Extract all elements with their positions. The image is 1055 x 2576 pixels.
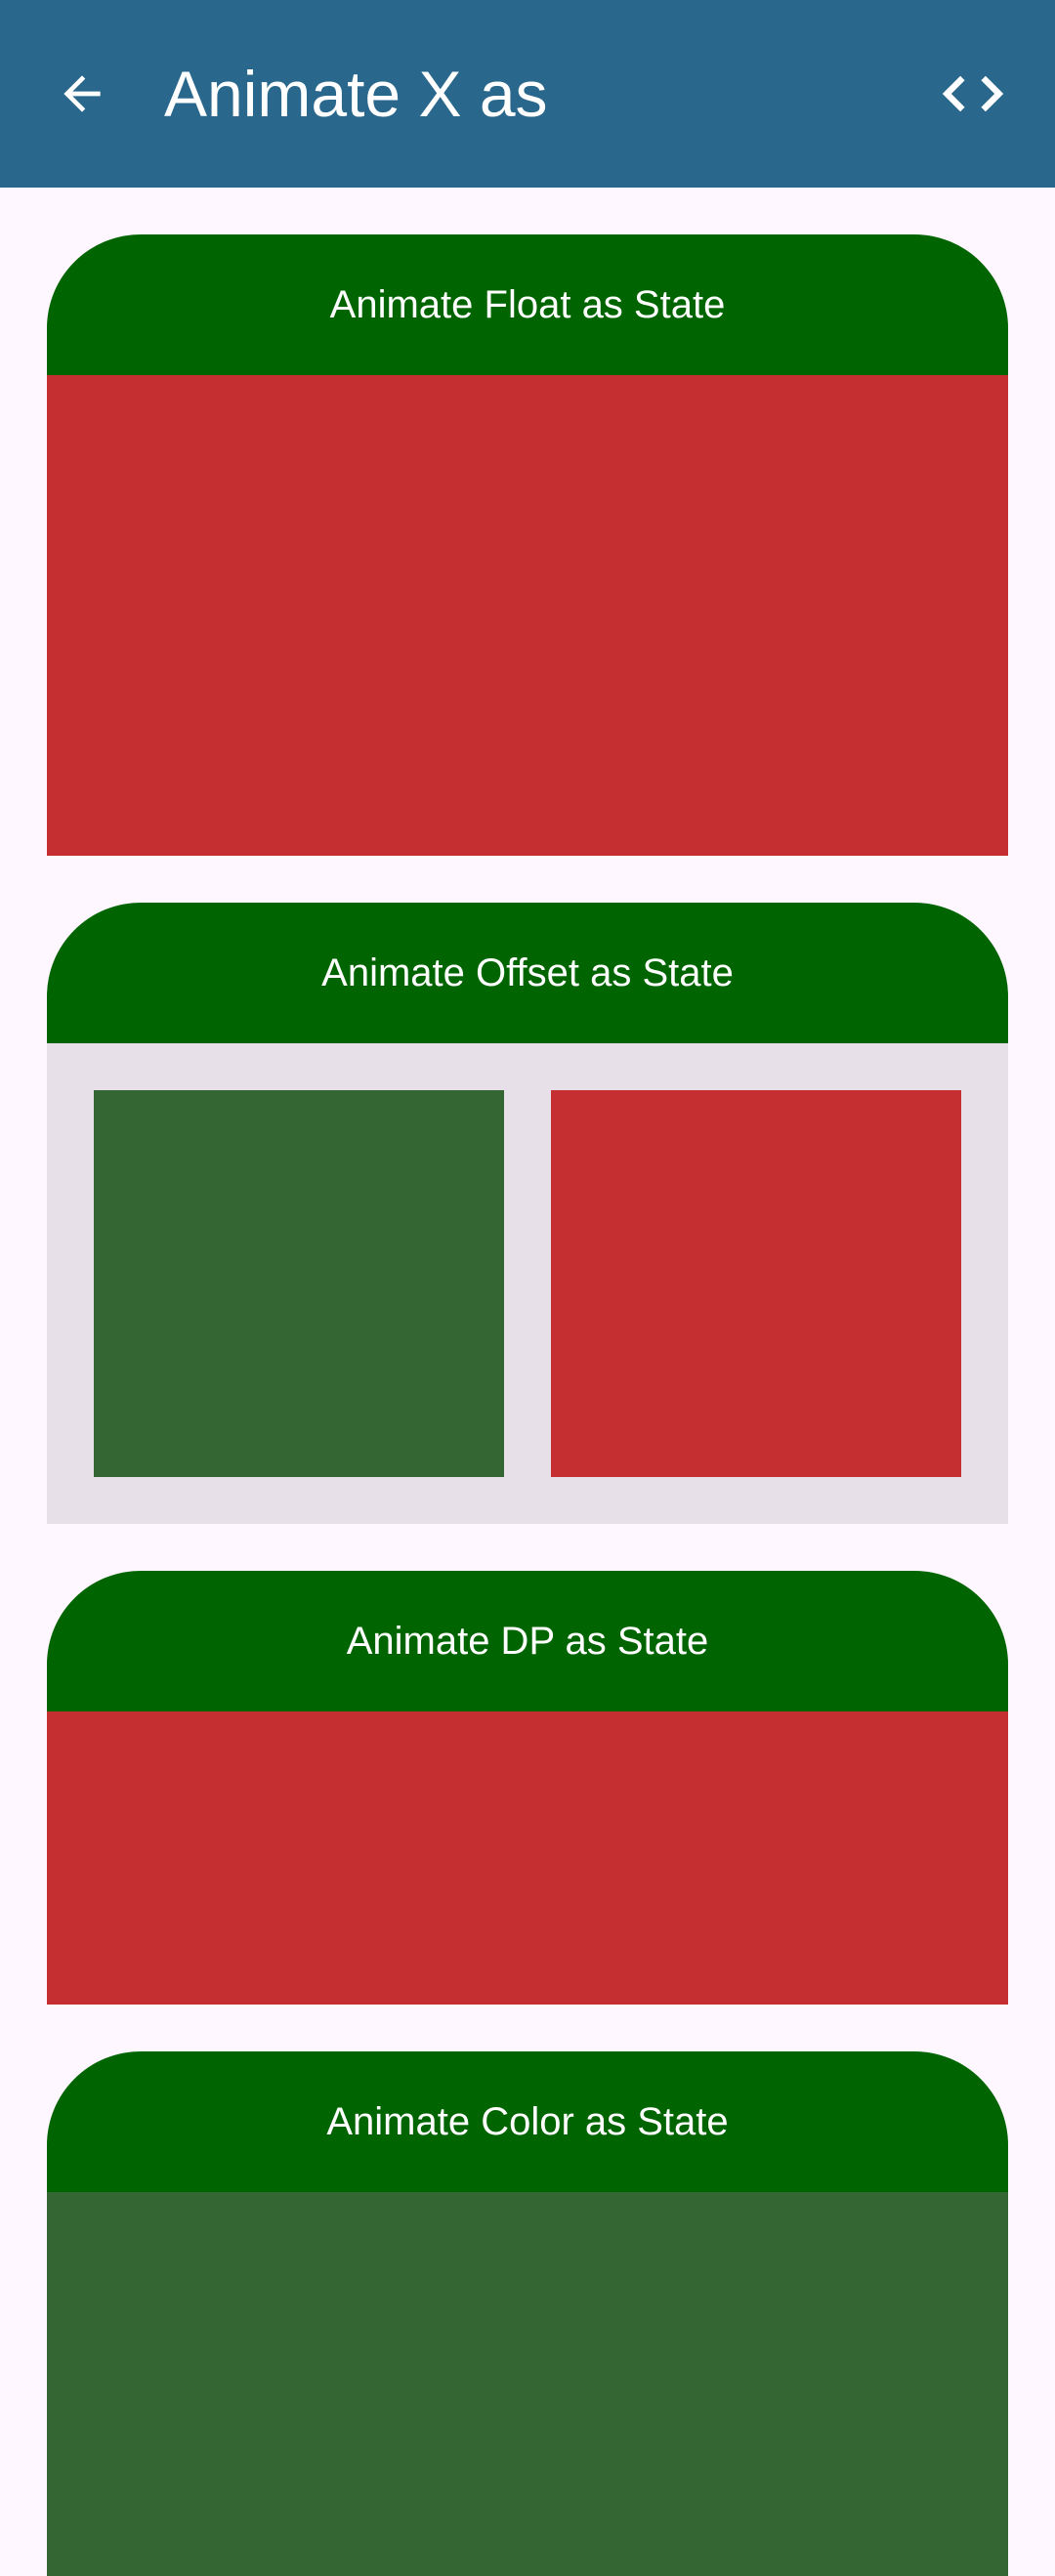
card-header[interactable]: Animate Offset as State [47, 903, 1008, 1043]
green-offset-box [94, 1090, 504, 1477]
top-app-bar: Animate X as [0, 0, 1055, 188]
offset-container [47, 1043, 1008, 1524]
animated-dp-box [47, 1711, 1008, 2005]
back-button[interactable] [39, 55, 125, 133]
page-title: Animate X as [164, 58, 548, 130]
card-header[interactable]: Animate DP as State [47, 1571, 1008, 1711]
animated-float-box [47, 375, 1008, 856]
red-offset-box [551, 1090, 961, 1477]
arrow-back-icon [63, 75, 101, 112]
card-animate-dp: Animate DP as State [47, 1571, 1008, 2005]
view-code-button[interactable] [930, 55, 1016, 133]
card-animate-offset: Animate Offset as State [47, 903, 1008, 1524]
card-header[interactable]: Animate Color as State [47, 2051, 1008, 2192]
card-animate-float: Animate Float as State [47, 234, 1008, 856]
code-icon [942, 75, 1004, 112]
card-animate-color: Animate Color as State [47, 2051, 1008, 2576]
card-header[interactable]: Animate Float as State [47, 234, 1008, 375]
animated-color-box [47, 2192, 1008, 2576]
